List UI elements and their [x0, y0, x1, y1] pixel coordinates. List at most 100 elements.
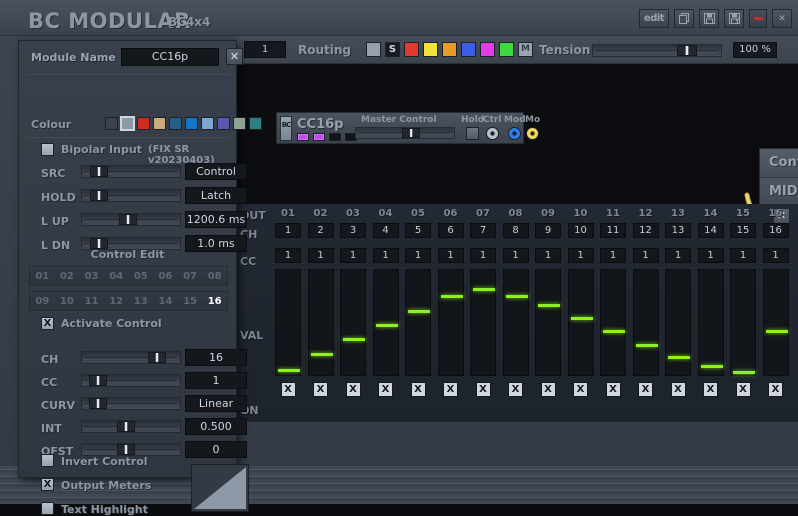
routing-yellow[interactable] [423, 42, 438, 57]
matrix-ch-cell[interactable]: 3 [340, 223, 366, 238]
colour-swatch-6[interactable] [201, 117, 214, 130]
colour-swatch-3[interactable] [153, 117, 166, 130]
tension-slider-knob[interactable] [677, 45, 697, 56]
control-slot-08[interactable]: 08 [202, 271, 227, 282]
module-strip-cc16p[interactable]: BC CC16p Master Control Hold Ctrl Mod Mo [276, 112, 524, 144]
matrix-val-fader[interactable] [275, 269, 301, 376]
control-slot-16[interactable]: 16 [202, 296, 227, 307]
matrix-on-checkbox[interactable]: X [573, 382, 588, 397]
matrix-val-fader[interactable] [503, 269, 529, 376]
matrix-ch-cell[interactable]: 6 [438, 223, 464, 238]
matrix-ch-cell[interactable]: 13 [665, 223, 691, 238]
hold-port[interactable]: Hold [461, 115, 484, 140]
matrix-cc-cell[interactable]: 1 [308, 248, 334, 263]
preset-number-field[interactable]: 1 [244, 41, 286, 58]
master-control-knob[interactable] [402, 128, 420, 138]
control-slot-12[interactable]: 12 [104, 296, 129, 307]
editor-slider-value-lup[interactable]: 1200.6 ms [185, 211, 247, 228]
matrix-ch-cell[interactable]: 14 [698, 223, 724, 238]
matrix-cc-cell[interactable]: 1 [633, 248, 659, 263]
matrix-ch-cell[interactable]: 5 [405, 223, 431, 238]
slider-knob-hold[interactable] [90, 190, 108, 201]
editor-slider-track-src[interactable] [81, 165, 181, 178]
save-as-icon[interactable] [724, 9, 744, 28]
matrix-on-checkbox[interactable]: X [736, 382, 751, 397]
editor-param-value-ch[interactable]: 16 [185, 349, 247, 366]
ctrl-port[interactable]: Ctrl [483, 115, 501, 140]
matrix-ch-cell[interactable]: 8 [503, 223, 529, 238]
matrix-ch-cell[interactable]: 9 [535, 223, 561, 238]
activate-checkbox-box[interactable]: X [41, 317, 54, 330]
matrix-cc-cell[interactable]: 1 [730, 248, 756, 263]
matrix-on-checkbox[interactable]: X [768, 382, 783, 397]
control-slot-14[interactable]: 14 [153, 296, 178, 307]
colour-swatch-2[interactable] [137, 117, 150, 130]
matrix-val-fader[interactable] [665, 269, 691, 376]
matrix-cc-cell[interactable]: 1 [698, 248, 724, 263]
editor-param-track-int[interactable] [81, 420, 181, 433]
param-knob-ofst[interactable] [117, 444, 135, 455]
control-slot-13[interactable]: 13 [129, 296, 154, 307]
colour-swatch-9[interactable] [249, 117, 262, 130]
patch-workspace[interactable]: BC CC16p Master Control Hold Ctrl Mod Mo [236, 64, 798, 204]
bipolar-input-checkbox[interactable]: X [41, 143, 54, 156]
matrix-on-checkbox[interactable]: X [443, 382, 458, 397]
param-knob-ch[interactable] [148, 352, 166, 363]
matrix-cc-cell[interactable]: 1 [470, 248, 496, 263]
matrix-cc-cell[interactable]: 1 [340, 248, 366, 263]
matrix-val-fader[interactable] [730, 269, 756, 376]
control-slot-02[interactable]: 02 [55, 271, 80, 282]
master-control-slider[interactable] [355, 127, 455, 139]
editor-slider-track-hold[interactable] [81, 189, 181, 202]
matrix-on-checkbox[interactable]: X [346, 382, 361, 397]
save-icon[interactable] [699, 9, 719, 28]
editor-param-value-ofst[interactable]: 0 [185, 441, 247, 458]
editor-slider-value-hold[interactable]: Latch [185, 187, 247, 204]
matrix-on-checkbox[interactable]: X [638, 382, 653, 397]
editor-slider-value-src[interactable]: Control [185, 163, 247, 180]
matrix-on-checkbox[interactable]: X [508, 382, 523, 397]
slot-row-1[interactable]: 0102030405060708 [29, 266, 228, 286]
matrix-val-fader[interactable] [308, 269, 334, 376]
editor-param-value-int[interactable]: 0.500 [185, 418, 247, 435]
matrix-cc-cell[interactable]: 1 [665, 248, 691, 263]
editor-close-button[interactable]: ✕ [226, 48, 243, 65]
control-slot-01[interactable]: 01 [30, 271, 55, 282]
matrix-on-checkbox[interactable]: X [606, 382, 621, 397]
colour-swatch-5[interactable] [185, 117, 198, 130]
edit-button[interactable]: edit [639, 9, 669, 28]
matrix-val-fader[interactable] [340, 269, 366, 376]
matrix-on-checkbox[interactable]: X [378, 382, 393, 397]
ctrl-port-socket[interactable] [486, 127, 499, 140]
control-slot-05[interactable]: 05 [129, 271, 154, 282]
activate-control-checkbox[interactable]: X [41, 317, 54, 330]
control-slot-15[interactable]: 15 [178, 296, 203, 307]
control-slot-10[interactable]: 10 [55, 296, 80, 307]
matrix-on-checkbox[interactable]: X [281, 382, 296, 397]
routing-gray[interactable] [366, 42, 381, 57]
control-slot-09[interactable]: 09 [30, 296, 55, 307]
editor-param-track-ch[interactable] [81, 351, 181, 364]
editor-param-value-curv[interactable]: Linear [185, 395, 247, 412]
slider-knob-src[interactable] [90, 166, 108, 177]
hold-port-socket[interactable] [466, 127, 479, 140]
routing-mute[interactable]: M [518, 42, 533, 57]
matrix-ch-cell[interactable]: 4 [373, 223, 399, 238]
matrix-cc-cell[interactable]: 1 [405, 248, 431, 263]
matrix-cc-cell[interactable]: 1 [535, 248, 561, 263]
param-knob-int[interactable] [117, 421, 135, 432]
copy-icon[interactable] [674, 9, 694, 28]
module-led-2[interactable] [313, 133, 325, 141]
mod-port[interactable]: Mod [504, 115, 526, 140]
matrix-val-fader[interactable] [373, 269, 399, 376]
module-editor-panel[interactable]: Module Name CC16p ✕ Colour X Bipolar Inp… [18, 40, 237, 478]
module-led-3[interactable] [329, 133, 341, 141]
matrix-cc-cell[interactable]: 1 [275, 248, 301, 263]
param-knob-curv[interactable] [89, 398, 107, 409]
module-led-1[interactable] [297, 133, 309, 141]
control-slot-06[interactable]: 06 [153, 271, 178, 282]
matrix-val-fader[interactable] [405, 269, 431, 376]
module-name-input[interactable]: CC16p [121, 48, 219, 66]
matrix-on-checkbox[interactable]: X [703, 382, 718, 397]
matrix-on-checkbox[interactable]: X [671, 382, 686, 397]
